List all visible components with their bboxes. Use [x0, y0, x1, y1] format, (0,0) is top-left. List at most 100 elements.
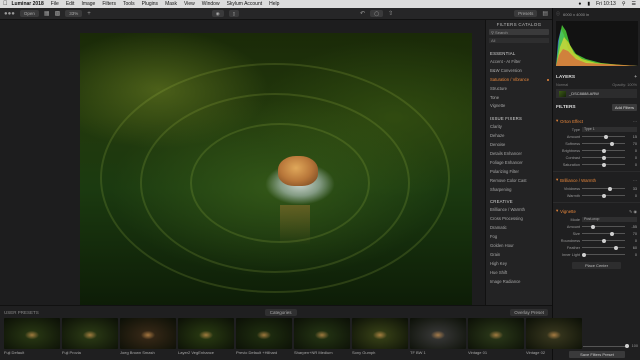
menu-plugins[interactable]: Plugins	[142, 1, 158, 7]
categories-button[interactable]: Categories	[264, 308, 297, 316]
clock[interactable]: Fri 10:13	[596, 1, 616, 7]
slider-track[interactable]	[582, 162, 625, 167]
collapse-chevron-icon[interactable]: ▾	[556, 208, 558, 214]
preset-thumbnail[interactable]: Previo Default +Hilhard	[236, 318, 292, 356]
type-select[interactable]: Type 1	[582, 127, 637, 132]
filters-amount-slider[interactable]	[583, 344, 629, 348]
slider-track[interactable]	[582, 231, 625, 236]
sidebar-toggle-icon[interactable]: ▤	[542, 10, 548, 17]
menu-view[interactable]: View	[184, 1, 195, 7]
menu-file[interactable]: File	[51, 1, 59, 7]
layer-blend-mode[interactable]: Normal	[556, 83, 568, 87]
menu-mask[interactable]: Mask	[165, 1, 177, 7]
slider-track[interactable]	[582, 245, 625, 250]
layout-icon[interactable]: ▩	[55, 10, 61, 17]
add-layer-icon[interactable]: +	[634, 75, 637, 80]
menu-image[interactable]: Image	[81, 1, 95, 7]
slider-track[interactable]	[582, 141, 625, 146]
slider-track[interactable]	[582, 238, 625, 243]
slider-knob[interactable]	[590, 224, 595, 229]
menu-filters[interactable]: Filters	[102, 1, 116, 7]
battery-icon[interactable]: ▮	[587, 1, 590, 7]
preset-thumbnail[interactable]: Fuji Default	[4, 318, 60, 356]
slider-track[interactable]	[582, 224, 625, 229]
slider-knob[interactable]	[608, 186, 613, 191]
preset-thumbnail[interactable]: Fuji Provia	[62, 318, 118, 356]
zoom-plus-icon[interactable]: +	[87, 11, 91, 17]
filter-golden-hour[interactable]: Golden Hour	[486, 242, 552, 251]
menu-help[interactable]: Help	[269, 1, 279, 7]
undo-icon[interactable]: ↶	[360, 10, 365, 17]
add-filters-button[interactable]: Add Filters	[611, 104, 637, 111]
layer-item[interactable]: _DSC8888.ARW	[556, 89, 637, 98]
share-icon[interactable]: ⇧	[388, 10, 393, 17]
vignette-header[interactable]: ▾ Vignette ✎ ◉	[556, 206, 637, 216]
filter-polarizing[interactable]: Polarizing Filter	[486, 168, 552, 177]
brush-icon[interactable]: ✎ ◉	[629, 209, 637, 214]
slider-knob[interactable]	[614, 245, 619, 250]
filter-details-enhancer[interactable]: Details Enhancer	[486, 150, 552, 159]
filter-sharpening[interactable]: Sharpening	[486, 186, 552, 195]
grid-icon[interactable]: ▦	[44, 10, 50, 17]
slider-track[interactable]	[582, 155, 625, 160]
slider-knob[interactable]	[601, 148, 606, 153]
zoom-select[interactable]: 33%	[65, 10, 83, 17]
image-canvas[interactable]	[0, 20, 552, 315]
filter-tone[interactable]: Tone	[486, 94, 552, 103]
slider-knob[interactable]	[601, 193, 606, 198]
slider-knob[interactable]	[601, 155, 606, 160]
preset-thumbnail[interactable]: Vintage 02	[526, 318, 582, 356]
slider-track[interactable]	[582, 134, 625, 139]
slider-knob[interactable]	[624, 344, 629, 348]
orton-effect-header[interactable]: ▾ Orton Effect ⋯	[556, 116, 637, 126]
main-photo[interactable]	[80, 33, 472, 315]
filter-brilliance-warmth[interactable]: Brilliance / Warmth	[486, 206, 552, 215]
filter-dehaze[interactable]: Dehaze	[486, 132, 552, 141]
history-icon[interactable]: ◯	[370, 10, 384, 17]
place-center-button[interactable]: Place Center	[572, 262, 621, 269]
filter-image-radiance[interactable]: Image Radiance	[486, 278, 552, 287]
overlay-preset-button[interactable]: Overlay Preset	[510, 308, 548, 316]
filter-dramatic[interactable]: Dramatic	[486, 224, 552, 233]
mode-select[interactable]: Post-crop	[582, 217, 637, 222]
info-icon[interactable]: ⓘ	[556, 11, 560, 17]
menu-skylum-account[interactable]: Skylum Account	[227, 1, 263, 7]
layer-opacity[interactable]: Opacity: 100%	[612, 83, 637, 87]
preset-thumbnail[interactable]: Joeg Brown Smash	[120, 318, 176, 356]
preset-thumbnail[interactable]: Layer2 VegEnhance	[178, 318, 234, 356]
filter-cross-processing[interactable]: Cross Processing	[486, 215, 552, 224]
apple-icon[interactable]: 	[3, 1, 8, 7]
preset-thumbnail[interactable]: Vintage 01	[468, 318, 524, 356]
brilliance-header[interactable]: ▾ Brilliance / Warmth ⋯	[556, 175, 637, 185]
open-button[interactable]: Open	[19, 10, 39, 17]
filter-foliage-enhancer[interactable]: Foliage Enhancer	[486, 159, 552, 168]
filter-clarity[interactable]: Clarity	[486, 123, 552, 132]
filter-menu-icon[interactable]: ⋯	[633, 119, 637, 124]
slider-knob[interactable]	[610, 231, 615, 236]
filter-denoise[interactable]: Denoise	[486, 141, 552, 150]
collapse-chevron-icon[interactable]: ▾	[556, 177, 558, 183]
filter-bw-conversion[interactable]: B&W Conversion	[486, 67, 552, 76]
preset-thumbnail[interactable]: Sharpen+NR Medium	[294, 318, 350, 356]
slider-knob[interactable]	[603, 134, 608, 139]
catalog-all-select[interactable]: All	[489, 38, 549, 43]
menu-app-name[interactable]: Luminar 2018	[12, 1, 44, 7]
wifi-icon[interactable]: ●	[578, 1, 581, 7]
filter-high-key[interactable]: High Key	[486, 260, 552, 269]
menu-tools[interactable]: Tools	[123, 1, 135, 7]
catalog-search-input[interactable]: ⚲ Search	[489, 29, 549, 35]
menu-window[interactable]: Window	[202, 1, 220, 7]
slider-knob[interactable]	[601, 238, 606, 243]
filter-vignette[interactable]: Vignette	[486, 102, 552, 111]
filter-remove-color-cast[interactable]: Remove Color Cast	[486, 177, 552, 186]
filter-accent-ai[interactable]: Accent - AI Filter	[486, 58, 552, 67]
window-controls-icon[interactable]: ●●●	[4, 11, 15, 17]
eye-compare-icon[interactable]: ◉	[211, 10, 224, 17]
slider-track[interactable]	[582, 186, 625, 191]
preset-thumbnail[interactable]: TF BW 1	[410, 318, 466, 356]
filter-structure[interactable]: Structure	[486, 85, 552, 94]
slider-knob[interactable]	[610, 141, 615, 146]
slider-track[interactable]	[582, 148, 625, 153]
slider-track[interactable]	[582, 252, 625, 257]
menu-list-icon[interactable]: ☰	[632, 1, 636, 7]
